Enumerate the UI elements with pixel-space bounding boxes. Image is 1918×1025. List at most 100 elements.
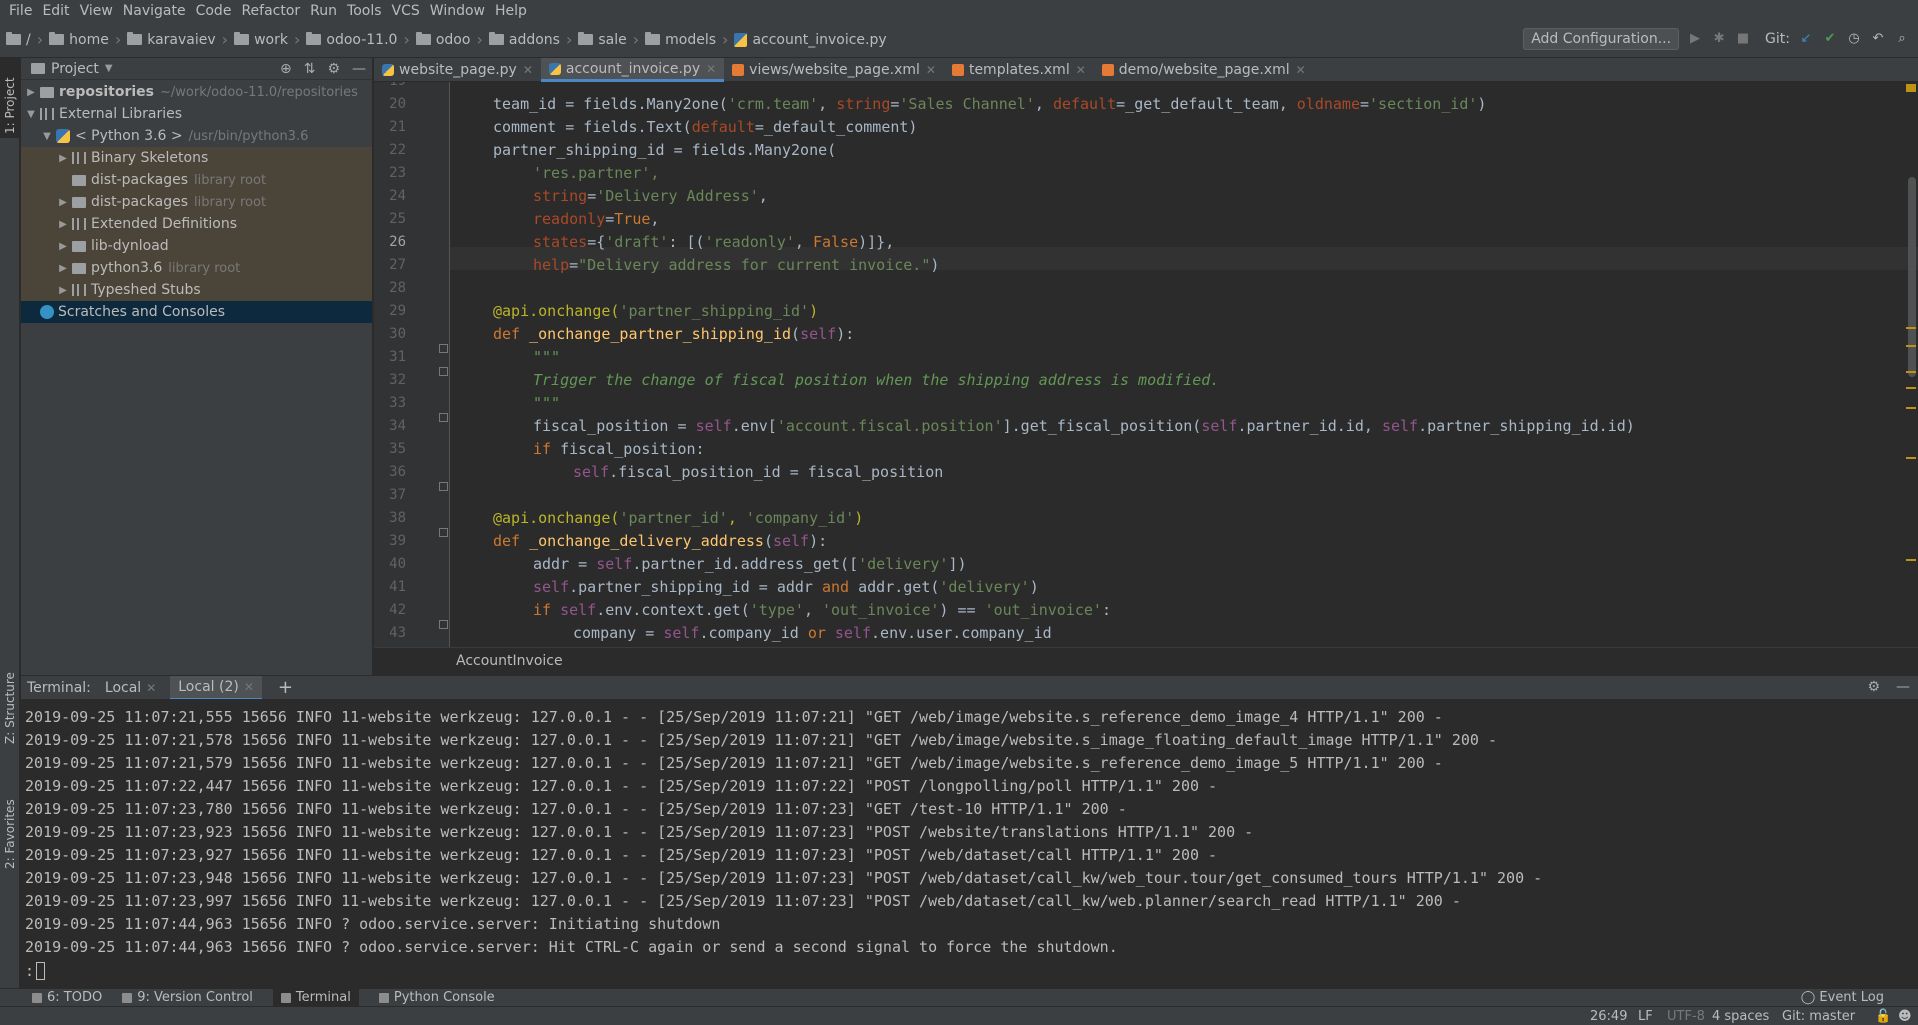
collapse-all-icon[interactable]: ⇅ <box>304 61 316 77</box>
favorites-tool-tab[interactable]: 2: Favorites <box>0 773 20 873</box>
fold-marker[interactable] <box>439 344 448 353</box>
chevron-right-icon[interactable]: ▶ <box>57 241 69 252</box>
fold-marker[interactable] <box>439 620 448 629</box>
line-separator[interactable]: LF <box>1638 1009 1653 1024</box>
tree-node-python-sdk[interactable]: ▼ < Python 3.6 > /usr/bin/python3.6 <box>21 125 372 147</box>
menu-file[interactable]: File <box>4 0 37 22</box>
project-tool-tab[interactable]: 1: Project <box>0 58 20 138</box>
history-icon[interactable]: ◷ <box>1846 31 1862 47</box>
breadcrumb-item[interactable]: sale <box>598 32 626 48</box>
close-icon[interactable]: ✕ <box>146 681 156 695</box>
tree-node-binary-skeletons[interactable]: ▶ Binary Skeletons <box>21 147 372 169</box>
project-view-selector[interactable]: Project <box>51 61 99 77</box>
tree-node-dist-packages[interactable]: ▶ dist-packages library root <box>21 191 372 213</box>
git-commit-icon[interactable]: ✔ <box>1822 31 1838 47</box>
tree-node-lib-dynload[interactable]: ▶ lib-dynload <box>21 235 372 257</box>
close-icon[interactable]: ✕ <box>244 680 254 694</box>
breadcrumb-item[interactable]: home <box>69 32 109 48</box>
menu-navigate[interactable]: Navigate <box>118 0 191 22</box>
terminal-tab-local[interactable]: Local ✕ <box>105 680 156 696</box>
menu-run[interactable]: Run <box>305 0 342 22</box>
menu-edit[interactable]: Edit <box>37 0 74 22</box>
warning-marker[interactable] <box>1906 407 1916 409</box>
tab-views-website-page-xml[interactable]: views/website_page.xml ✕ <box>724 58 944 82</box>
breadcrumb-item[interactable]: karavaiev <box>147 32 215 48</box>
chevron-right-icon[interactable]: ▶ <box>57 263 69 274</box>
tab-templates-xml[interactable]: templates.xml ✕ <box>944 58 1094 82</box>
warning-marker[interactable] <box>1906 457 1916 459</box>
version-control-tool-button[interactable]: 9: Version Control <box>122 990 253 1005</box>
fold-marker[interactable] <box>439 367 448 376</box>
git-update-icon[interactable]: ↙ <box>1798 31 1814 47</box>
menu-view[interactable]: View <box>75 0 118 22</box>
tab-account-invoice-py[interactable]: account_invoice.py ✕ <box>540 58 725 82</box>
breadcrumb-item[interactable]: odoo <box>436 32 471 48</box>
code-editor[interactable]: 19 20 21 22 23 24 25 26 27 28 29 30 31 3… <box>374 82 1918 647</box>
terminal-tab-local-2[interactable]: Local (2) ✕ <box>170 675 262 700</box>
warning-marker[interactable] <box>1906 387 1916 389</box>
run-icon[interactable]: ▶ <box>1687 31 1703 47</box>
editor-breadcrumb[interactable]: AccountInvoice <box>374 647 1918 674</box>
breadcrumb-item[interactable]: work <box>254 32 288 48</box>
breadcrumb-item[interactable]: / <box>26 32 31 48</box>
chevron-right-icon[interactable]: ▶ <box>57 153 69 164</box>
lock-icon[interactable]: 🔓 <box>1875 1009 1891 1024</box>
editor-gutter[interactable]: 19 20 21 22 23 24 25 26 27 28 29 30 31 3… <box>374 82 450 647</box>
tree-node-scratches[interactable]: Scratches and Consoles <box>21 301 372 323</box>
chevron-down-icon[interactable]: ▼ <box>25 109 37 120</box>
menu-help[interactable]: Help <box>490 0 532 22</box>
locate-icon[interactable]: ⊕ <box>280 61 292 77</box>
fold-marker[interactable] <box>439 528 448 537</box>
tree-node-dist-packages[interactable]: dist-packages library root <box>21 169 372 191</box>
terminal-prompt[interactable]: : <box>25 959 1918 982</box>
close-icon[interactable]: ✕ <box>926 63 936 77</box>
close-icon[interactable]: ✕ <box>706 62 716 76</box>
breadcrumb-item[interactable]: addons <box>509 32 560 48</box>
close-icon[interactable]: ✕ <box>523 63 533 77</box>
breadcrumb-item[interactable]: models <box>665 32 716 48</box>
tab-demo-website-page-xml[interactable]: demo/website_page.xml ✕ <box>1094 58 1314 82</box>
tree-node-python3-6[interactable]: ▶ python3.6 library root <box>21 257 372 279</box>
tree-node-repositories[interactable]: ▶ repositories ~/work/odoo-11.0/reposito… <box>21 81 372 103</box>
close-icon[interactable]: ✕ <box>1076 63 1086 77</box>
tree-node-typeshed-stubs[interactable]: ▶ Typeshed Stubs <box>21 279 372 301</box>
search-icon[interactable]: ⌕ <box>1894 31 1910 47</box>
event-log-button[interactable]: ◯ Event Log <box>1801 990 1884 1005</box>
add-configuration-button[interactable]: Add Configuration... <box>1523 28 1680 50</box>
stop-icon[interactable]: ■ <box>1735 31 1751 47</box>
fold-marker[interactable] <box>439 482 448 491</box>
warning-marker[interactable] <box>1906 327 1916 329</box>
hide-icon[interactable]: — <box>352 61 366 77</box>
chevron-right-icon[interactable]: ▶ <box>25 87 37 98</box>
todo-tool-button[interactable]: 6: TODO <box>32 990 102 1005</box>
gear-icon[interactable]: ⚙ <box>327 61 340 77</box>
chevron-right-icon[interactable]: ▶ <box>57 219 69 230</box>
indent-setting[interactable]: 4 spaces <box>1712 1009 1769 1024</box>
chevron-down-icon[interactable]: ▼ <box>105 63 113 74</box>
revert-icon[interactable]: ↶ <box>1870 31 1886 47</box>
file-encoding[interactable]: UTF-8 <box>1667 1009 1705 1024</box>
tree-node-external-libraries[interactable]: ▼ External Libraries <box>21 103 372 125</box>
menu-tools[interactable]: Tools <box>342 0 387 22</box>
terminal-output[interactable]: 2019-09-25 11:07:21,555 15656 INFO 11-we… <box>21 699 1918 988</box>
menu-window[interactable]: Window <box>425 0 490 22</box>
chevron-right-icon[interactable]: ▶ <box>57 285 69 296</box>
editor-scrollbar[interactable] <box>1904 82 1918 647</box>
fold-marker[interactable] <box>439 413 448 422</box>
menu-code[interactable]: Code <box>191 0 237 22</box>
tab-website-page-py[interactable]: website_page.py ✕ <box>374 58 541 82</box>
scrollbar-thumb[interactable] <box>1908 177 1916 377</box>
hide-icon[interactable]: — <box>1896 679 1910 695</box>
chevron-down-icon[interactable]: ▼ <box>41 131 53 142</box>
warning-marker[interactable] <box>1906 371 1916 373</box>
debug-icon[interactable]: ✱ <box>1711 31 1727 47</box>
caret-position[interactable]: 26:49 <box>1590 1009 1627 1024</box>
structure-tool-tab[interactable]: Z: Structure <box>0 638 20 748</box>
terminal-tool-button[interactable]: Terminal <box>272 988 359 1007</box>
close-icon[interactable]: ✕ <box>1296 63 1306 77</box>
warning-marker[interactable] <box>1906 559 1916 561</box>
breadcrumb-item[interactable]: account_invoice.py <box>752 32 886 48</box>
menu-vcs[interactable]: VCS <box>387 0 425 22</box>
python-console-tool-button[interactable]: Python Console <box>378 990 495 1005</box>
inspection-icon[interactable]: ☻ <box>1898 1009 1912 1024</box>
